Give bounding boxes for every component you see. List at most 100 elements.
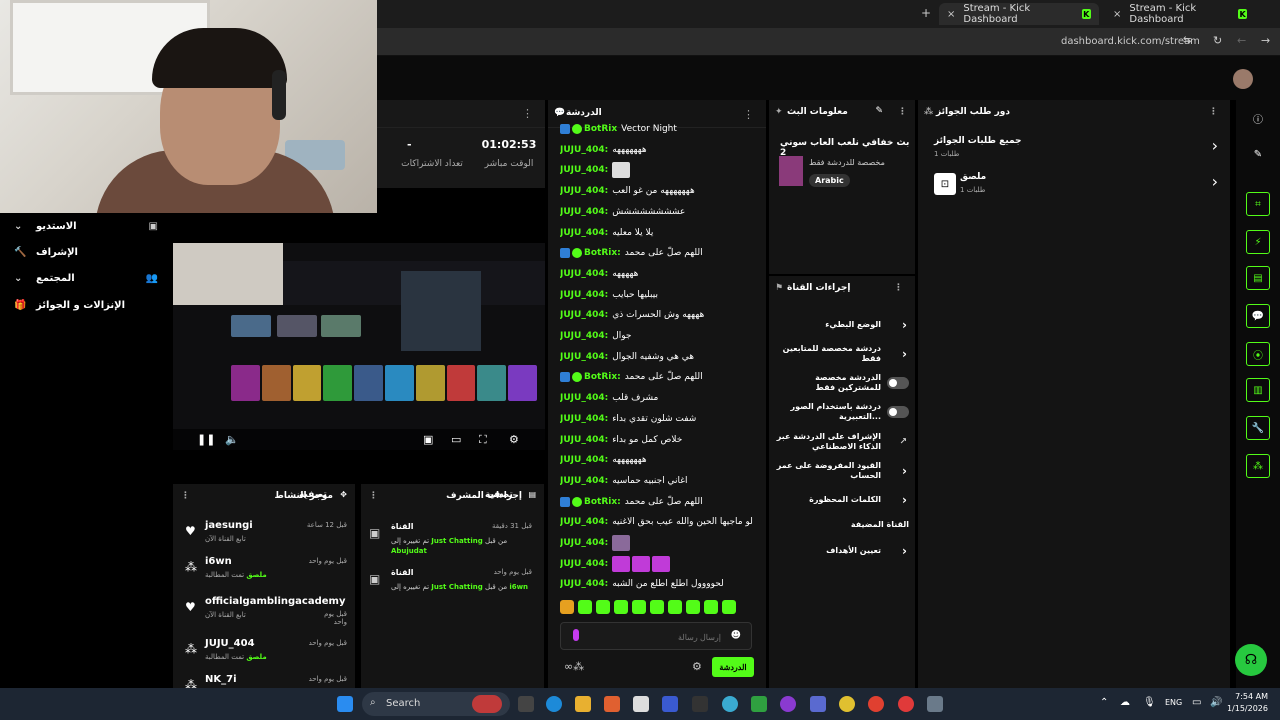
app-icon[interactable] [662,696,678,712]
chat-username[interactable]: BotRix: [584,372,621,382]
mic-icon[interactable] [573,629,579,641]
app-icon[interactable] [898,696,914,712]
chat-username[interactable]: JUJU_404: [560,228,608,238]
url-text[interactable]: dashboard.kick.com/stream [1061,36,1200,47]
app-icon[interactable] [810,696,826,712]
channel-action-ai-moderation[interactable]: الإشراف على الدردشة عبر الذكاء الاصطناعي… [769,428,915,456]
wrench-icon[interactable]: 🔧 [1246,416,1270,440]
theater-icon[interactable]: ▭ [451,433,461,446]
emote-button[interactable] [632,600,646,614]
taskbar-search[interactable]: ⌕ Search [362,692,510,716]
translate-icon[interactable]: ⇆ [1183,35,1191,46]
chat-username[interactable]: JUJU_404: [560,165,608,175]
chat-username[interactable]: BotRix: [584,497,621,507]
frame-icon[interactable]: ⌗ [1246,192,1270,216]
chat-tools-icon[interactable]: ∞⁂ [564,660,584,673]
emote-button[interactable] [722,600,736,614]
back-icon[interactable]: ← [1237,34,1246,47]
network-icon[interactable]: ▭ [1192,697,1201,708]
app-icon[interactable] [780,696,796,712]
info-icon[interactable]: ⓘ [1246,106,1270,130]
emoji-icon[interactable]: ☻ [731,630,741,641]
edit-icon[interactable]: ✎ [875,106,883,116]
fullscreen-icon[interactable]: ⛶ [479,433,487,447]
chrome-icon[interactable] [868,696,884,712]
toggle-switch[interactable] [887,406,909,418]
chat-username[interactable]: JUJU_404: [560,435,608,445]
settings-icon[interactable]: ⚙ [509,433,519,446]
channel-action-subs-only[interactable]: الدردشة مخصصة للمشتركين فقط [769,369,915,397]
pause-icon[interactable]: ❚❚ [197,433,215,446]
chat-username[interactable]: JUJU_404: [560,207,608,217]
browser-tab[interactable]: × Stream - Kick Dashboard K [1105,3,1255,25]
more-icon[interactable]: ⋮ [369,491,378,501]
emote-button[interactable] [560,600,574,614]
more-icon[interactable]: ⋮ [894,283,903,293]
close-tab-icon[interactable]: × [947,9,955,20]
store-icon[interactable] [633,696,649,712]
chat-username[interactable]: JUJU_404: [560,393,608,403]
gear-icon[interactable]: ⚙ [692,660,702,673]
more-icon[interactable]: ⋮ [181,491,190,501]
avatar[interactable] [1233,69,1253,89]
channel-action-banned-words[interactable]: الكلمات المحظورة › [769,486,915,514]
reward-row-all[interactable]: جميع طلبات الجوائز طلبات 1 › [918,134,1230,162]
chat-username[interactable]: JUJU_404: [560,269,608,279]
mic-icon[interactable]: 🎙 [1143,697,1156,708]
menu-item-moderation[interactable]: 🔨 الإشراف [0,240,170,264]
menu-item-drops[interactable]: 🎁 الإنزالات و الجوائز [0,293,170,317]
channel-action-slow-mode[interactable]: الوضع البطيء › [769,311,915,339]
reward-icon[interactable]: ⁂ [1246,454,1270,478]
chat-input[interactable] [581,629,721,645]
chat-username[interactable]: BotRix [584,124,617,134]
chat-username[interactable]: JUJU_404: [560,517,608,527]
activity-user[interactable]: i6wn [205,556,232,567]
chat-username[interactable]: JUJU_404: [560,476,608,486]
chat-username[interactable]: JUJU_404: [560,579,608,589]
file-explorer-icon[interactable] [575,696,591,712]
emote-button[interactable] [668,600,682,614]
chat-username[interactable]: JUJU_404: [560,538,608,548]
edge-icon[interactable] [546,696,562,712]
menu-item-community[interactable]: ⌄ المجتمع 👥 [0,266,170,290]
layout-icon[interactable]: ▥ [1246,378,1270,402]
stream-preview[interactable]: ❚❚ 🔈 ▣ ▭ ⛶ ⚙ [173,243,545,450]
activity-user[interactable]: JUJU_404 [205,638,255,649]
chat-username[interactable]: JUJU_404: [560,310,608,320]
volume-icon[interactable]: 🔈 [225,433,239,446]
emote-button[interactable] [686,600,700,614]
reward-row-sticker[interactable]: ⊡ ملصق طلبات 1 › [918,170,1230,198]
close-tab-icon[interactable]: × [1113,9,1121,20]
menu-item-studio[interactable]: ⌄ الاستديو ▣ [0,214,170,238]
taskbar-clock[interactable]: 7:54 AM 1/15/2026 [1227,691,1268,715]
emote-button[interactable] [578,600,592,614]
chat-username[interactable]: BotRix: [584,248,621,258]
channel-action-emote-only[interactable]: دردشة باستخدام الصور التعبيرية... [769,398,915,426]
pip-icon[interactable]: ▣ [423,433,433,446]
more-icon[interactable]: ⋮ [898,107,907,117]
new-tab-button[interactable]: + [921,6,931,20]
chat-username[interactable]: JUJU_404: [560,290,608,300]
windows-start-icon[interactable] [337,696,353,712]
reload-icon[interactable]: ↻ [1213,34,1222,47]
chat-username[interactable]: JUJU_404: [560,455,608,465]
bolt-icon[interactable]: ⚡ [1246,230,1270,254]
browser-tab-active[interactable]: × Stream - Kick Dashboard K [939,3,1099,25]
app-icon[interactable] [692,696,708,712]
chat-username[interactable]: JUJU_404: [560,559,608,569]
channel-action-account-age[interactable]: القيود المفروضة على عمر الحساب › [769,457,915,485]
emote-button[interactable] [614,600,628,614]
onedrive-icon[interactable]: ☁ [1120,697,1130,708]
drag-icon[interactable]: ✥ [340,490,347,499]
emote-button[interactable] [704,600,718,614]
activity-user[interactable]: NK_7i [205,674,237,685]
activity-user[interactable]: jaesungi [205,520,253,531]
chat-username[interactable]: JUJU_404: [560,414,608,424]
edit-icon[interactable]: ✎ [1246,142,1270,166]
tray-chevron-icon[interactable]: ⌃ [1100,697,1108,708]
volume-icon[interactable]: 🔊 [1210,697,1222,708]
chat-username[interactable]: JUJU_404: [560,186,608,196]
app-icon[interactable] [604,696,620,712]
chat-username[interactable]: JUJU_404: [560,352,608,362]
emote-button[interactable] [650,600,664,614]
